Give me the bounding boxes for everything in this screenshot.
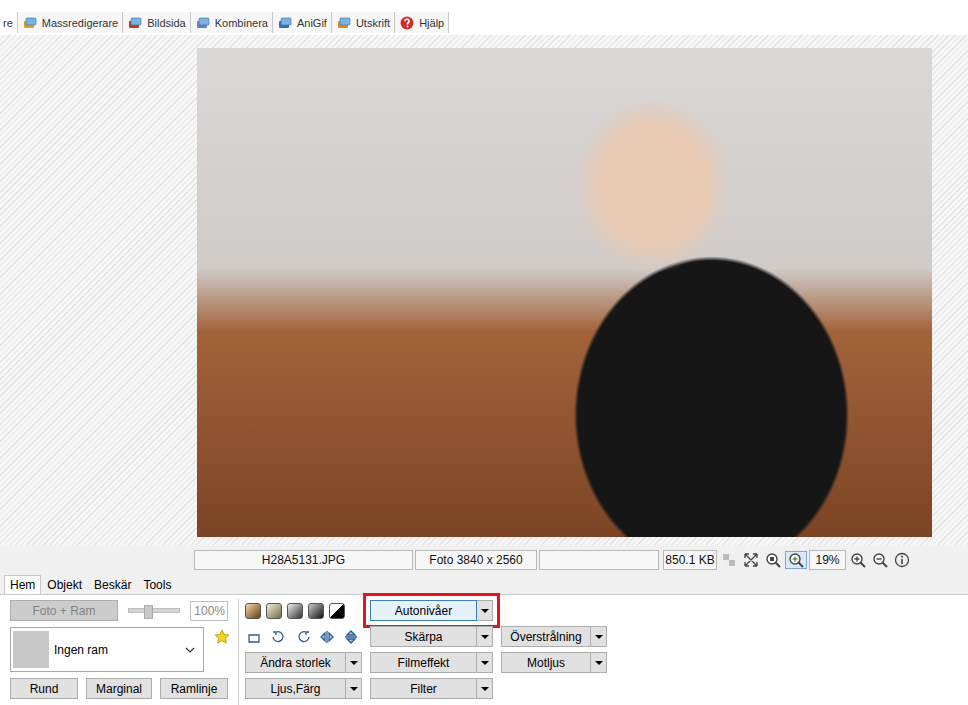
fit-zoom-toggle[interactable] bbox=[785, 551, 807, 569]
zoom-in-icon[interactable] bbox=[850, 552, 866, 568]
tool-split-button[interactable]: Skärpa bbox=[370, 626, 493, 647]
top-tab[interactable]: Hjälp bbox=[395, 12, 449, 33]
flip-vertical-icon[interactable] bbox=[343, 629, 359, 645]
tool-button[interactable]: Överstrålning bbox=[501, 626, 591, 647]
tool-split-button[interactable]: Överstrålning bbox=[501, 626, 607, 647]
rotate-left-icon[interactable] bbox=[271, 629, 287, 645]
tool-split-button[interactable]: Motljus bbox=[501, 652, 607, 673]
frame-style-button[interactable]: Rund bbox=[10, 678, 78, 699]
dropdown-arrow-icon[interactable] bbox=[477, 652, 493, 673]
panel-tab[interactable]: Hem bbox=[4, 575, 41, 594]
tools-area: Ändra storlek Ljus,Färg Autonivåer Skärpa Fi… bbox=[245, 595, 607, 705]
panel-tabs: HemObjektBeskärTools bbox=[0, 575, 968, 594]
tab-icon bbox=[23, 16, 37, 30]
tool-button[interactable]: Autonivåer bbox=[370, 600, 477, 621]
dimensions-field: Foto 3840 x 2560 bbox=[415, 550, 537, 570]
tool-split-button[interactable]: Filmeffekt bbox=[370, 652, 493, 673]
tone-preset-icon[interactable] bbox=[329, 603, 345, 619]
flip-horizontal-icon[interactable] bbox=[319, 629, 335, 645]
opacity-field[interactable]: 100% bbox=[190, 601, 228, 621]
photo bbox=[197, 48, 932, 537]
dropdown-arrow-icon[interactable] bbox=[591, 626, 607, 647]
tone-preset-icon[interactable] bbox=[266, 603, 282, 619]
help-icon bbox=[400, 16, 414, 30]
tool-button[interactable]: Ändra storlek bbox=[245, 652, 346, 673]
tab-icon bbox=[337, 16, 351, 30]
frame-swatch bbox=[13, 631, 49, 668]
dropdown-arrow-icon[interactable] bbox=[477, 626, 493, 647]
top-tab[interactable]: AniGif bbox=[273, 12, 332, 33]
image-viewer bbox=[0, 35, 968, 545]
top-tab[interactable]: Utskrift bbox=[332, 12, 395, 33]
dropdown-arrow-icon[interactable] bbox=[477, 678, 493, 699]
dropdown-arrow-icon[interactable] bbox=[477, 600, 493, 621]
top-tab-bar: reMassredigerareBildsidaKombineraAniGifU… bbox=[0, 0, 968, 35]
frame-style-button[interactable]: Ramlinje bbox=[160, 678, 228, 699]
transparency-icon[interactable] bbox=[721, 552, 737, 568]
tool-split-button[interactable]: Filter bbox=[370, 678, 493, 699]
star-icon[interactable] bbox=[214, 629, 230, 645]
dropdown-arrow-icon[interactable] bbox=[346, 678, 362, 699]
actual-size-icon[interactable] bbox=[765, 552, 781, 568]
top-tab[interactable]: Bildsida bbox=[123, 12, 191, 33]
tool-button[interactable]: Filmeffekt bbox=[370, 652, 477, 673]
tool-button[interactable]: Motljus bbox=[501, 652, 591, 673]
tool-split-button[interactable]: Ändra storlek bbox=[245, 652, 362, 673]
panel-tab[interactable]: Tools bbox=[137, 575, 177, 594]
chevron-down-icon[interactable] bbox=[185, 645, 195, 655]
tool-button[interactable]: Ljus,Färg bbox=[245, 678, 346, 699]
panel-tab[interactable]: Beskär bbox=[88, 575, 137, 594]
top-tab[interactable]: Kombinera bbox=[191, 12, 273, 33]
info-icon[interactable] bbox=[894, 552, 910, 568]
frame-dropdown[interactable]: Ingen ram bbox=[10, 627, 204, 672]
fullscreen-icon[interactable] bbox=[743, 552, 759, 568]
status-bar: H28A5131.JPGFoto 3840 x 2560 850.1 KB 19% bbox=[0, 545, 968, 575]
tool-button[interactable]: Skärpa bbox=[370, 626, 477, 647]
tone-preset-icon[interactable] bbox=[287, 603, 303, 619]
rotate-right-icon[interactable] bbox=[295, 629, 311, 645]
tool-split-button[interactable]: Autonivåer bbox=[370, 600, 493, 621]
info-field bbox=[539, 550, 659, 570]
tone-preset-icon[interactable] bbox=[308, 603, 324, 619]
dropdown-arrow-icon[interactable] bbox=[591, 652, 607, 673]
filename-field: H28A5131.JPG bbox=[194, 550, 413, 570]
frame-style-button[interactable]: Marginal bbox=[86, 678, 152, 699]
tool-button[interactable]: Filter bbox=[370, 678, 477, 699]
slider-thumb[interactable] bbox=[144, 605, 153, 619]
tone-preset-icon[interactable] bbox=[245, 603, 261, 619]
filesize-field: 850.1 KB bbox=[663, 550, 717, 570]
frame-section: Foto + Ram 100% Ingen ram Rund Marginal Ramli… bbox=[0, 595, 238, 705]
tool-split-button[interactable]: Ljus,Färg bbox=[245, 678, 362, 699]
tab-icon bbox=[196, 16, 210, 30]
home-panel: Foto + Ram 100% Ingen ram Rund Marginal Ramli… bbox=[0, 594, 968, 705]
top-tab[interactable]: Massredigerare bbox=[18, 12, 123, 33]
top-tab[interactable]: re bbox=[0, 12, 18, 33]
screen-icon[interactable] bbox=[247, 629, 263, 645]
opacity-slider[interactable] bbox=[128, 604, 180, 618]
tab-icon bbox=[278, 16, 292, 30]
fit-zoom-icon[interactable] bbox=[788, 552, 804, 568]
dropdown-arrow-icon[interactable] bbox=[346, 652, 362, 673]
app-window: reMassredigerareBildsidaKombineraAniGifU… bbox=[0, 0, 968, 705]
zoom-out-icon[interactable] bbox=[872, 552, 888, 568]
photo-frame-button[interactable]: Foto + Ram bbox=[10, 600, 118, 621]
tab-icon bbox=[128, 16, 142, 30]
zoom-field[interactable]: 19% bbox=[809, 550, 846, 570]
panel-tab[interactable]: Objekt bbox=[41, 575, 88, 594]
